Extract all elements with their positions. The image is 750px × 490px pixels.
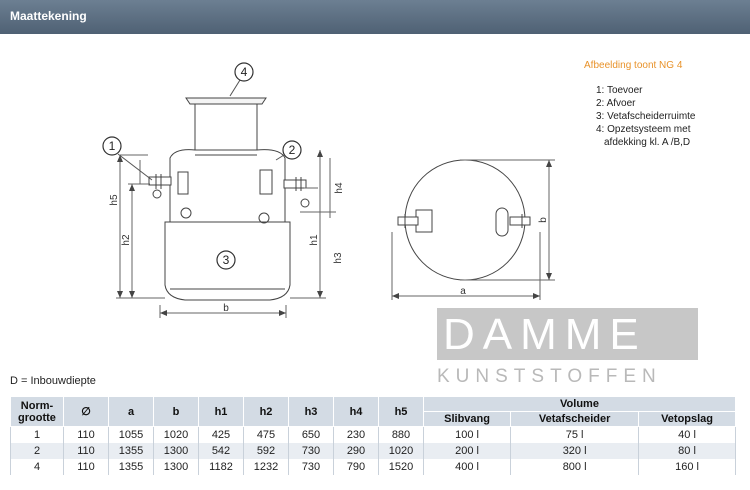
col-h2: h2 — [243, 396, 289, 427]
dim-h4-label: h4 — [334, 182, 345, 194]
col-diam: ∅ — [63, 396, 109, 427]
table-row: 2 110 1355 1300 542 592 730 290 1020 200… — [10, 443, 736, 459]
table-row: 4 110 1355 1300 1182 1232 730 790 1520 4… — [10, 459, 736, 475]
section-header: Maattekening — [0, 0, 750, 34]
col-slibvang: Slibvang — [422, 411, 512, 427]
legend-item: 4: Opzetsysteem met — [596, 124, 691, 135]
col-a: a — [108, 396, 154, 427]
callout-4-label: 4 — [241, 65, 248, 79]
callout-2-label: 2 — [289, 143, 296, 157]
logo-bottom-text: KUNSTSTOFFEN — [437, 366, 662, 387]
legend-item: afdekking kl. A /B,D — [604, 137, 691, 148]
dim-h5-label: h5 — [109, 194, 120, 206]
callout-1-label: 1 — [109, 139, 116, 153]
dim-b-label: b — [223, 303, 229, 314]
col-h5: h5 — [378, 396, 424, 427]
legend-item: 3: Vetafscheiderruimte — [596, 111, 696, 122]
col-b: b — [153, 396, 199, 427]
legend-item: 2: Afvoer — [596, 98, 636, 109]
table-row: 1 110 1055 1020 425 475 650 230 880 100 … — [10, 426, 736, 443]
dim-h1-label: h1 — [309, 234, 320, 246]
spec-table: Norm- grootte ∅ a b h1 h2 h3 h4 h5 Volum… — [10, 396, 736, 475]
legend-item: 1: Toevoer — [596, 85, 643, 96]
col-h1: h1 — [198, 396, 244, 427]
callout-3-label: 3 — [223, 253, 230, 267]
depth-note: D = Inbouwdiepte — [10, 375, 96, 387]
dim-b-side-label: b — [538, 217, 549, 223]
section-title: Maattekening — [10, 9, 87, 23]
logo-top-text: DAMME — [443, 310, 647, 359]
col-h3: h3 — [288, 396, 334, 427]
legend: 1: Toevoer 2: Afvoer 3: Vetafscheiderrui… — [596, 84, 696, 149]
image-caption: Afbeelding toont NG 4 — [584, 60, 683, 71]
col-vetafscheider: Vetafscheider — [510, 411, 640, 427]
dim-a-label: a — [460, 286, 466, 297]
damme-logo: DAMME KUNSTSTOFFEN — [437, 308, 698, 392]
col-vetopslag: Vetopslag — [638, 411, 736, 427]
col-h4: h4 — [333, 396, 379, 427]
col-volume: Volume — [423, 396, 736, 412]
dim-h2-label: h2 — [121, 234, 132, 246]
dim-h3-label: h3 — [333, 252, 344, 264]
col-norm: Norm- grootte — [10, 396, 64, 427]
